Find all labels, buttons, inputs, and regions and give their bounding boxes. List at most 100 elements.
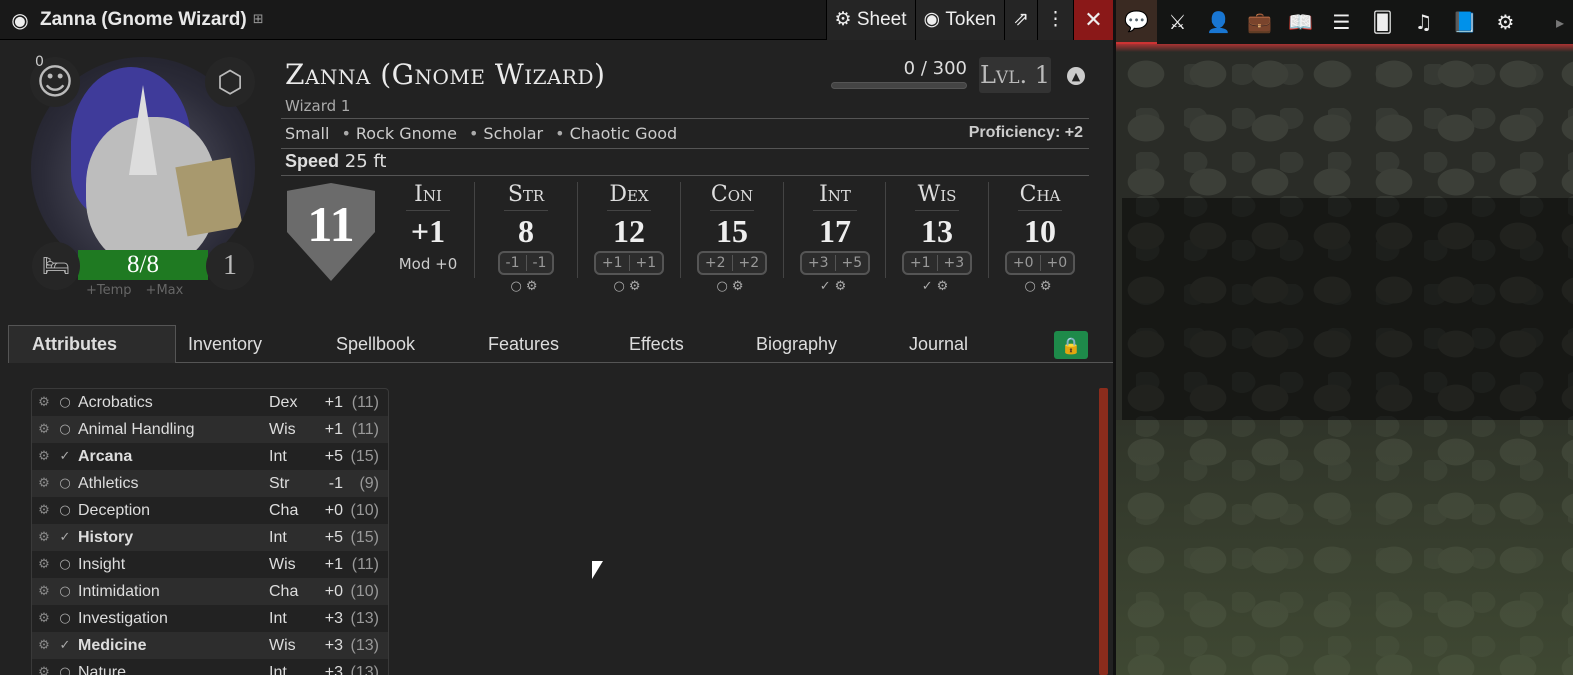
- gear-icon[interactable]: ⚙: [32, 449, 56, 464]
- tab-journal[interactable]: Journal: [909, 325, 968, 363]
- circle-icon[interactable]: ○: [1025, 279, 1040, 294]
- journal-icon[interactable]: 📖: [1280, 0, 1321, 44]
- circle-icon[interactable]: ○: [56, 395, 74, 410]
- lock-icon[interactable]: 🔒: [1054, 331, 1088, 359]
- skill-ability[interactable]: Cha: [269, 502, 315, 520]
- chat-icon[interactable]: 💬: [1116, 0, 1157, 44]
- skill-row[interactable]: ⚙ ✓ Arcana Int +5 (15): [32, 443, 388, 470]
- token-config-button[interactable]: ◉ Token: [914, 0, 1005, 40]
- tab-biography[interactable]: Biography: [756, 325, 837, 363]
- skill-ability[interactable]: Int: [269, 610, 315, 628]
- circle-icon[interactable]: ○: [56, 476, 74, 491]
- hit-points-bar[interactable]: 8/8: [78, 250, 208, 280]
- items-icon[interactable]: 💼: [1239, 0, 1280, 44]
- gear-icon[interactable]: ⚙: [32, 611, 56, 626]
- ability-mod-save[interactable]: +1 +3: [901, 251, 973, 275]
- skill-ability[interactable]: Int: [269, 664, 315, 675]
- ability-mod-save[interactable]: -1 -1: [497, 251, 555, 275]
- gear-icon[interactable]: ⚙: [526, 279, 542, 294]
- skill-name[interactable]: Athletics: [74, 475, 269, 493]
- skill-row[interactable]: ⚙ ○ Intimidation Cha +0 (10): [32, 578, 388, 605]
- collapse-sidebar-icon[interactable]: ▸: [1547, 0, 1573, 44]
- tab-spellbook[interactable]: Spellbook: [336, 325, 415, 363]
- skill-ability[interactable]: Wis: [269, 637, 315, 655]
- gear-icon[interactable]: ⚙: [32, 476, 56, 491]
- gear-icon[interactable]: ⚙: [835, 279, 851, 294]
- initiative-block[interactable]: Ini +1 Mod +0: [377, 180, 479, 277]
- character-name[interactable]: Zanna (Gnome Wizard): [285, 58, 605, 91]
- gear-icon[interactable]: ⚙: [32, 503, 56, 518]
- circle-icon[interactable]: ○: [56, 422, 74, 437]
- cards-icon[interactable]: 🂠: [1362, 0, 1403, 44]
- rest-button[interactable]: 🛏: [32, 242, 80, 290]
- ability-cha[interactable]: Cha 10 +0 +0 ○⚙: [989, 180, 1091, 294]
- playlists-icon[interactable]: ♫: [1403, 0, 1444, 44]
- skill-name[interactable]: Arcana: [74, 448, 269, 466]
- circle-icon[interactable]: ○: [56, 665, 74, 675]
- level-up-icon[interactable]: ▲: [1067, 67, 1085, 85]
- actors-icon[interactable]: 👤: [1198, 0, 1239, 44]
- skill-ability[interactable]: Wis: [269, 556, 315, 574]
- skill-name[interactable]: Acrobatics: [74, 394, 269, 412]
- check-icon[interactable]: ✓: [820, 279, 835, 294]
- settings-icon[interactable]: ⚙: [1485, 0, 1526, 44]
- skill-row[interactable]: ⚙ ○ Athletics Str -1 (9): [32, 470, 388, 497]
- skill-name[interactable]: Animal Handling: [74, 421, 269, 439]
- gear-icon[interactable]: ⚙: [32, 422, 56, 437]
- tab-features[interactable]: Features: [488, 325, 559, 363]
- close-button[interactable]: ✕: [1073, 0, 1113, 40]
- gear-icon[interactable]: ⚙: [937, 279, 953, 294]
- tab-attributes[interactable]: Attributes: [8, 325, 176, 363]
- circle-icon[interactable]: ○: [511, 279, 526, 294]
- skill-row[interactable]: ⚙ ✓ History Int +5 (15): [32, 524, 388, 551]
- skill-ability[interactable]: Int: [269, 529, 315, 547]
- circle-icon[interactable]: ○: [717, 279, 732, 294]
- tab-effects[interactable]: Effects: [629, 325, 684, 363]
- skill-name[interactable]: Intimidation: [74, 583, 269, 601]
- skill-name[interactable]: Medicine: [74, 637, 269, 655]
- gear-icon[interactable]: ⚙: [32, 557, 56, 572]
- check-icon[interactable]: ✓: [922, 279, 937, 294]
- game-map[interactable]: [1116, 44, 1573, 675]
- skill-row[interactable]: ⚙ ○ Insight Wis +1 (11): [32, 551, 388, 578]
- skill-row[interactable]: ⚙ ○ Animal Handling Wis +1 (11): [32, 416, 388, 443]
- skill-row[interactable]: ⚙ ○ Acrobatics Dex +1 (11): [32, 389, 388, 416]
- gear-icon[interactable]: ⚙: [629, 279, 645, 294]
- skill-row[interactable]: ⚙ ○ Deception Cha +0 (10): [32, 497, 388, 524]
- scrollbar[interactable]: [1099, 388, 1108, 675]
- skill-row[interactable]: ⚙ ✓ Medicine Wis +3 (13): [32, 632, 388, 659]
- compendium-icon[interactable]: 📘: [1444, 0, 1485, 44]
- sheet-config-button[interactable]: ⚙ Sheet: [825, 0, 915, 40]
- gear-icon[interactable]: ⚙: [1040, 279, 1056, 294]
- max-hp-label[interactable]: +Max: [146, 283, 184, 298]
- skill-ability[interactable]: Str: [269, 475, 315, 493]
- ability-mod-save[interactable]: +2 +2: [696, 251, 768, 275]
- ability-wis[interactable]: Wis 13 +1 +3 ✓⚙: [886, 180, 988, 294]
- popout-button[interactable]: ⇗: [1004, 0, 1037, 40]
- window-titlebar[interactable]: ◉ Zanna (Gnome Wizard) ⊞ ⚙ Sheet ◉ Token…: [0, 0, 1113, 40]
- d20-icon[interactable]: ⬡: [205, 57, 255, 107]
- exhaustion-level[interactable]: 1: [206, 242, 254, 290]
- ability-con[interactable]: Con 15 +2 +2 ○⚙: [681, 180, 783, 294]
- gear-icon[interactable]: ⚙: [32, 395, 56, 410]
- circle-icon[interactable]: ○: [614, 279, 629, 294]
- gear-icon[interactable]: ⚙: [32, 638, 56, 653]
- ability-mod-save[interactable]: +3 +5: [799, 251, 871, 275]
- skill-row[interactable]: ⚙ ○ Nature Int +3 (13): [32, 659, 388, 675]
- skill-row[interactable]: ⚙ ○ Investigation Int +3 (13): [32, 605, 388, 632]
- skill-name[interactable]: Insight: [74, 556, 269, 574]
- ability-mod-save[interactable]: +1 +1: [593, 251, 665, 275]
- tables-icon[interactable]: ☰: [1321, 0, 1362, 44]
- check-icon[interactable]: ✓: [56, 530, 74, 545]
- skill-name[interactable]: Nature: [74, 664, 269, 675]
- combat-icon[interactable]: ⚔: [1157, 0, 1198, 44]
- ability-mod-save[interactable]: +0 +0: [1004, 251, 1076, 275]
- skill-name[interactable]: History: [74, 529, 269, 547]
- ability-str[interactable]: Str 8 -1 -1 ○⚙: [475, 180, 577, 294]
- tab-inventory[interactable]: Inventory: [188, 325, 262, 363]
- gear-icon[interactable]: ⚙: [32, 584, 56, 599]
- ability-int[interactable]: Int 17 +3 +5 ✓⚙: [784, 180, 886, 294]
- skill-ability[interactable]: Cha: [269, 583, 315, 601]
- skill-name[interactable]: Deception: [74, 502, 269, 520]
- circle-icon[interactable]: ○: [56, 503, 74, 518]
